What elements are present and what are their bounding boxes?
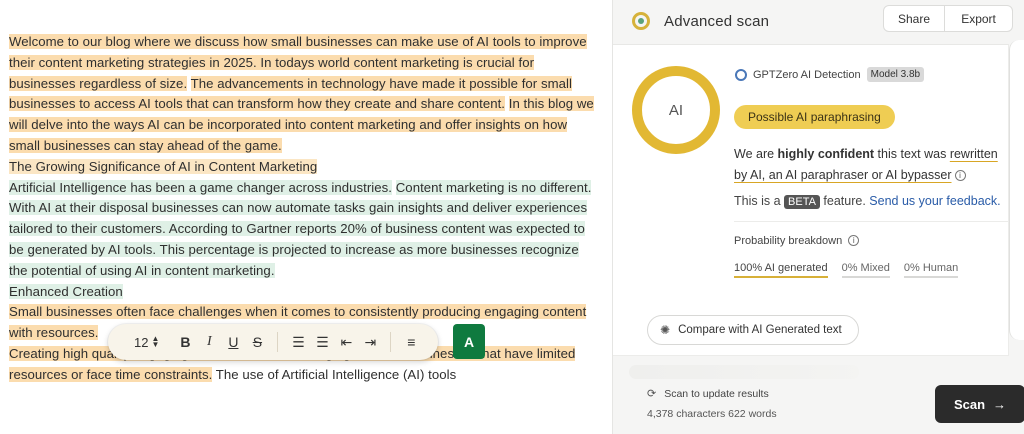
prob-mixed[interactable]: 0% Mixed (841, 262, 890, 278)
ordered-list-button[interactable]: ☰ (286, 330, 310, 354)
detector-logo-icon (735, 68, 747, 81)
stepper-arrows-icon: ▲ ▼ (151, 334, 160, 349)
confidence-pre: We are (734, 147, 778, 161)
info-icon[interactable]: i (954, 170, 966, 181)
beta-post: feature. (819, 194, 870, 208)
toolbar-divider (277, 332, 279, 352)
footer-placeholder (629, 365, 859, 379)
sync-icon: ⟳ (647, 388, 657, 400)
result-card: AI GPTZero AI Detection Model 3.8b Possi… (613, 44, 1009, 356)
panel-title: Advanced scan (664, 12, 770, 30)
outdent-button[interactable]: ⇤ (334, 330, 358, 354)
panel-scroll-edge (1009, 40, 1024, 340)
text-segment-human[interactable]: Artificial Intelligence has been a game … (9, 179, 393, 195)
font-size-stepper[interactable]: 12 ▲ ▼ (134, 335, 159, 350)
font-size-value: 12 (134, 334, 149, 350)
probability-label-text: Probability breakdown (734, 235, 843, 247)
writing-assistant-button[interactable]: A (453, 324, 485, 359)
detector-row: GPTZero AI Detection Model 3.8b (735, 67, 925, 82)
header-actions: Share Export (883, 5, 1014, 32)
gear-icon: ✺ (660, 323, 671, 337)
compare-button[interactable]: ✺ Compare with AI Generated text (647, 315, 859, 345)
update-label: Scan to update results (664, 387, 769, 400)
panel-header: Advanced scan Share Export (613, 0, 1024, 42)
bold-button[interactable]: B (173, 330, 197, 354)
card-divider (734, 221, 1009, 222)
scan-button[interactable]: Scan → (935, 385, 1024, 423)
document-editor[interactable]: Welcome to our blog where we discuss how… (0, 0, 612, 434)
scan-panel: Advanced scan Share Export AI GPTZero AI… (612, 0, 1024, 434)
prob-ai[interactable]: 100% AI generated (734, 262, 828, 278)
arrow-right-icon: → (993, 396, 1007, 412)
update-row: ⟳ Scan to update results (647, 387, 769, 401)
beta-row: This is a BETA feature. Send us your fee… (734, 194, 1001, 209)
confidence-bold: highly confident (777, 147, 875, 161)
feedback-link[interactable]: Send us your feedback. (869, 194, 1000, 208)
export-button[interactable]: Export (944, 6, 1012, 31)
underline-button[interactable]: U (221, 330, 245, 354)
ai-score-donut: AI (632, 66, 720, 154)
prob-human[interactable]: 0% Human (903, 262, 959, 278)
character-word-count: 4,378 characters 622 words (647, 408, 777, 420)
align-button[interactable]: ≡ (399, 330, 423, 354)
italic-button[interactable]: I (197, 330, 221, 354)
toolbar-divider (390, 332, 392, 352)
gptzero-logo-icon (632, 12, 650, 30)
strikethrough-button[interactable]: S (245, 330, 269, 354)
beta-badge: BETA (784, 195, 820, 209)
formatting-toolbar: 12 ▲ ▼ B I U S ☰ ☰ ⇤ ⇥ ≡ (108, 324, 438, 360)
donut-label: AI (668, 101, 684, 119)
compare-label: Compare with AI Generated text (678, 324, 842, 336)
probability-label: Probability breakdown i (734, 235, 860, 247)
detector-name: GPTZero AI Detection (753, 68, 861, 81)
scan-label: Scan (953, 396, 986, 412)
share-button[interactable]: Share (884, 6, 944, 31)
beta-pre: This is a (734, 194, 785, 208)
text-segment-human[interactable]: Enhanced Creation (9, 283, 123, 299)
probability-breakdown: 100% AI generated 0% Mixed 0% Human (734, 262, 959, 278)
confidence-text: We are highly confident this text was re… (734, 144, 1009, 186)
info-icon[interactable]: i (848, 235, 860, 246)
app-root: Welcome to our blog where we discuss how… (0, 0, 1024, 434)
verdict-pill: Possible AI paraphrasing (734, 105, 895, 129)
model-badge: Model 3.8b (866, 67, 925, 82)
confidence-mid: this text was (874, 147, 950, 161)
bullet-list-button[interactable]: ☰ (310, 330, 334, 354)
indent-button[interactable]: ⇥ (358, 330, 382, 354)
assistant-icon: A (463, 333, 475, 350)
text-segment-ai2[interactable]: The Growing Significance of AI in Conten… (9, 158, 318, 174)
text-segment-plain[interactable]: The use of Artificial Intelligence (AI) … (212, 367, 456, 382)
